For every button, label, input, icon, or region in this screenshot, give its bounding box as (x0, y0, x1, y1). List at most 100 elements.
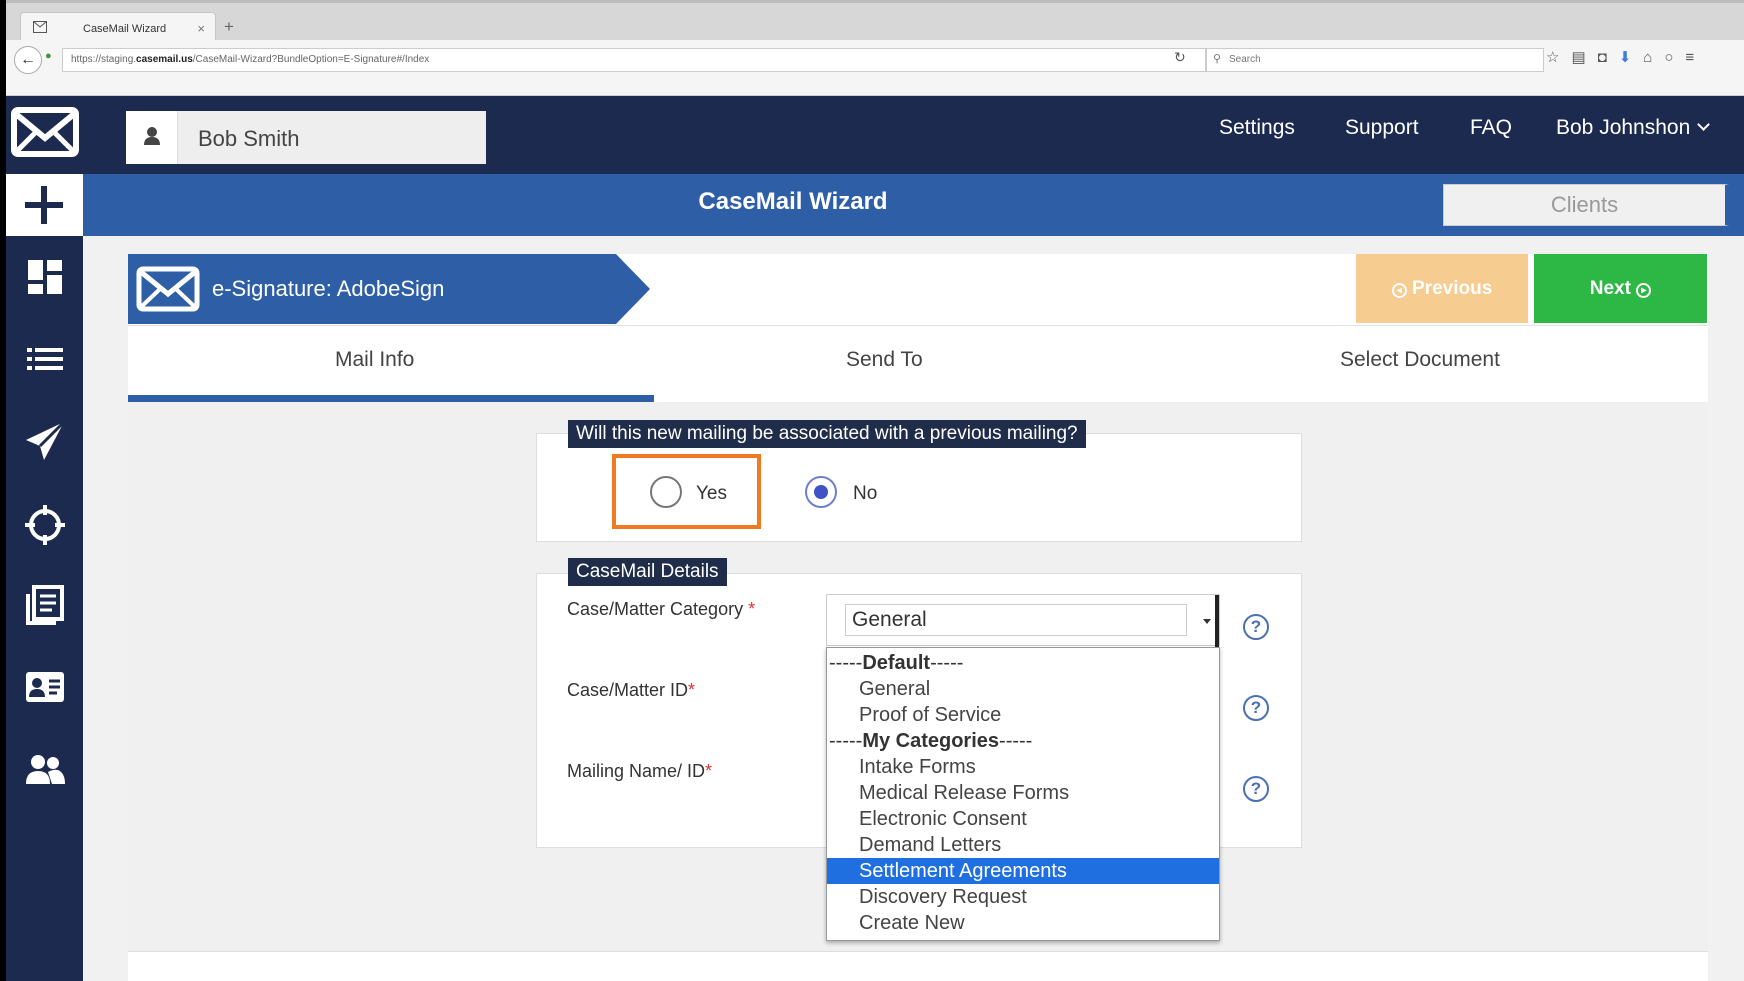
category-label-text: Case/Matter Category (567, 599, 744, 619)
tab-select-document[interactable]: Select Document (1340, 348, 1500, 372)
clients-button[interactable]: Clients (1443, 184, 1729, 226)
dropdown-option[interactable]: Discovery Request (827, 884, 1219, 910)
list-icon[interactable] (24, 338, 66, 380)
pocket-icon[interactable]: ◘ (1598, 49, 1607, 66)
next-button[interactable]: Next ▸ (1534, 254, 1707, 323)
tab-send-to[interactable]: Send To (846, 348, 923, 372)
dropdown-option[interactable]: General (827, 676, 1219, 702)
back-arrow-icon[interactable]: ← (14, 46, 42, 74)
help-icon[interactable]: ? (1243, 695, 1269, 721)
plus-icon (25, 186, 63, 224)
dropdown-option[interactable]: Demand Letters (827, 832, 1219, 858)
group-label: Default (862, 652, 931, 674)
bundle-label: e-Signature: AdobeSign (212, 276, 445, 301)
address-bar[interactable]: https://staging.casemail.us/CaseMail-Wiz… (62, 48, 1206, 72)
matter-id-label: Case/Matter ID* (567, 680, 695, 701)
dropdown-option[interactable]: Create New (827, 910, 1219, 936)
wizard-title-bar: CaseMail Wizard Clients (83, 174, 1744, 236)
highlight-box (612, 454, 761, 529)
browser-search-input[interactable]: ⚲ Search (1206, 48, 1544, 72)
contact-card-icon[interactable] (24, 666, 66, 708)
details-legend: CaseMail Details (568, 558, 727, 586)
dropdown-option[interactable]: Electronic Consent (827, 806, 1219, 832)
dropdown-option[interactable]: Intake Forms (827, 754, 1219, 780)
close-tab-icon[interactable]: × (197, 21, 205, 36)
new-tab-icon[interactable]: + (224, 17, 234, 37)
previous-button[interactable]: ◂ Previous (1356, 254, 1528, 323)
next-label: Next (1589, 278, 1631, 299)
form-footer (128, 952, 1708, 981)
mailing-name-label: Mailing Name/ ID* (567, 761, 712, 782)
nav-support[interactable]: Support (1345, 116, 1419, 140)
sidebar (6, 174, 83, 981)
mail-icon (33, 21, 47, 33)
browser-viewport: CaseMail Wizard × + ← ● https://staging.… (6, 0, 1744, 981)
browser-tab-title: CaseMail Wizard (83, 23, 167, 35)
circle-arrow-right-icon: ▸ (1636, 283, 1652, 298)
send-icon[interactable] (24, 420, 66, 462)
account-menu[interactable]: Bob Johnshon (1556, 116, 1711, 140)
group-suffix: ----- (999, 730, 1033, 752)
url-prefix: https://staging. (71, 54, 137, 65)
circle-arrow-left-icon: ◂ (1391, 283, 1407, 298)
required-mark: * (688, 680, 696, 700)
previous-label: Previous (1412, 278, 1493, 299)
envelope-icon (136, 266, 200, 312)
reload-icon[interactable]: ↻ (1174, 49, 1186, 66)
chat-icon[interactable]: ○ (1664, 49, 1673, 66)
download-icon[interactable]: ⬇ (1619, 48, 1632, 66)
reading-list-icon[interactable]: ▤ (1571, 48, 1585, 66)
required-mark: * (705, 761, 713, 781)
browser-tab[interactable]: CaseMail Wizard × (20, 12, 216, 43)
category-select-value: General (845, 604, 1187, 636)
bundle-ribbon: e-Signature: AdobeSign (128, 254, 616, 324)
browser-toolbar-icons: ☆ ▤ ◘ ⬇ ⌂ ○ ≡ (1546, 48, 1706, 66)
document-icon[interactable] (24, 584, 66, 626)
dashboard-icon[interactable] (24, 256, 66, 298)
category-dropdown-list: -----Default----- General Proof of Servi… (826, 647, 1220, 941)
bookmark-star-icon[interactable]: ☆ (1546, 48, 1559, 66)
chevron-down-icon (1697, 118, 1711, 131)
group-prefix: ----- (829, 730, 863, 752)
account-name: Bob Johnshon (1556, 116, 1691, 139)
radio-no[interactable] (805, 476, 837, 508)
radio-yes-label: Yes (696, 483, 727, 504)
select-edge (1215, 595, 1219, 647)
required-mark: * (748, 599, 756, 619)
wizard-tabs: Mail Info Send To Select Document (128, 326, 1708, 402)
browser-tab-strip: CaseMail Wizard × + (6, 0, 1744, 43)
tab-mail-info[interactable]: Mail Info (335, 348, 414, 372)
casemail-logo-icon[interactable] (10, 104, 82, 162)
app-header: Bob Smith Settings Support FAQ Bob Johns… (6, 96, 1744, 174)
nav-faq[interactable]: FAQ (1470, 116, 1512, 140)
dropdown-group-my-categories: -----My Categories----- (827, 728, 1219, 754)
home-icon[interactable]: ⌂ (1643, 49, 1652, 66)
menu-icon[interactable]: ≡ (1685, 49, 1694, 66)
search-placeholder: Search (1229, 54, 1261, 65)
lock-icon: ● (45, 50, 52, 62)
category-label: Case/Matter Category * (567, 599, 755, 620)
selected-user-name: Bob Smith (198, 126, 300, 151)
url-domain: casemail.us (136, 54, 193, 65)
help-icon[interactable]: ? (1243, 776, 1269, 802)
caret-down-icon (1203, 619, 1211, 624)
dropdown-option[interactable]: Medical Release Forms (827, 780, 1219, 806)
wizard-header: e-Signature: AdobeSign ◂ Previous Next ▸ (128, 254, 1708, 326)
mailing-name-label-text: Mailing Name/ ID (567, 761, 706, 781)
search-icon: ⚲ (1213, 53, 1222, 65)
matter-id-label-text: Case/Matter ID (567, 680, 689, 700)
radio-yes[interactable] (650, 476, 682, 508)
users-icon[interactable] (24, 748, 66, 790)
new-mailing-button[interactable] (6, 174, 83, 236)
category-select[interactable]: General (826, 594, 1220, 647)
help-icon[interactable]: ? (1243, 614, 1269, 640)
group-suffix: ----- (930, 652, 964, 674)
dropdown-option[interactable]: Proof of Service (827, 702, 1219, 728)
group-label: My Categories (862, 730, 1000, 752)
user-selector[interactable]: Bob Smith (126, 111, 486, 164)
radio-no-label: No (853, 483, 878, 504)
nav-settings[interactable]: Settings (1219, 116, 1295, 140)
user-icon (126, 111, 178, 164)
target-icon[interactable] (24, 504, 66, 546)
dropdown-option-selected[interactable]: Settlement Agreements (827, 858, 1219, 884)
